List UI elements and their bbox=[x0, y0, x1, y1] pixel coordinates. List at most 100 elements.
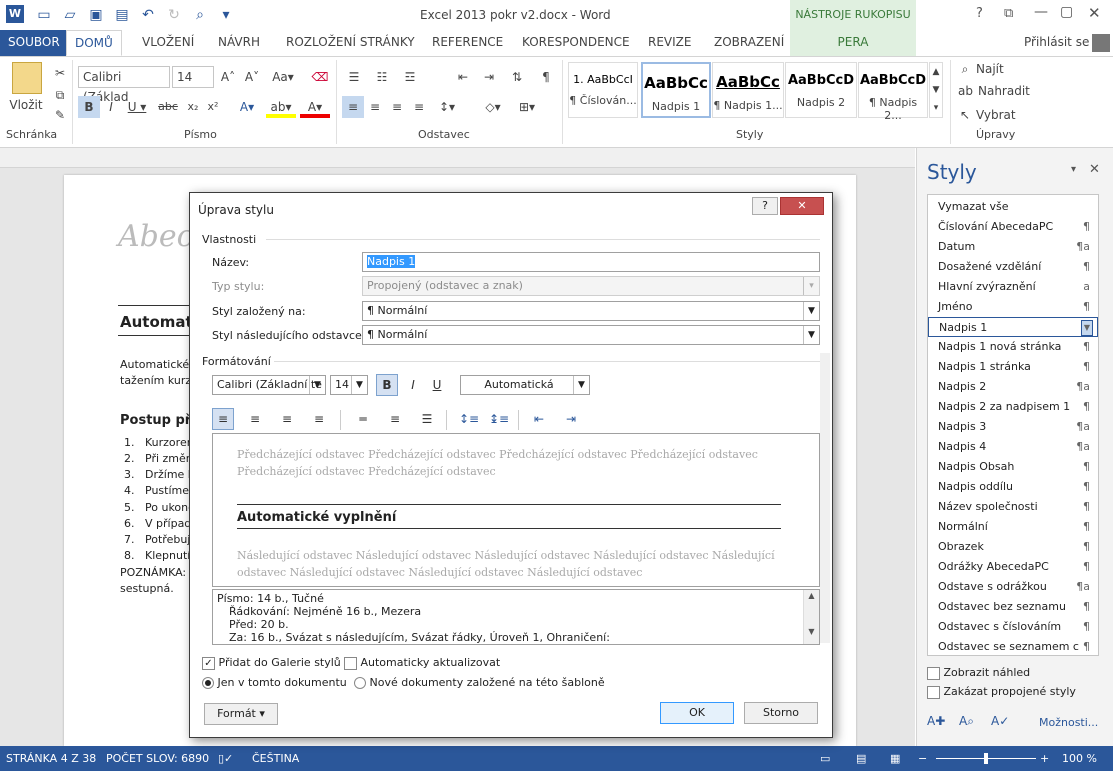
print-preview-icon[interactable]: ⌕ bbox=[190, 5, 210, 25]
format-painter-icon[interactable]: ✎ bbox=[50, 104, 70, 126]
style-gallery-item[interactable]: 1. AaBbCcI ¶ Číslován... bbox=[568, 62, 638, 118]
ribbon-display-icon[interactable]: ⧉ bbox=[1004, 6, 1013, 21]
style-list-item[interactable]: Nadpis 4 ¶a bbox=[928, 437, 1098, 457]
bold-button[interactable]: B bbox=[78, 96, 100, 118]
style-list-item[interactable]: Datum ¶a bbox=[928, 237, 1098, 257]
horizontal-ruler[interactable] bbox=[0, 148, 915, 168]
ok-button[interactable]: OK bbox=[660, 702, 734, 724]
style-list-item[interactable]: Nadpis 3 ¶a bbox=[928, 417, 1098, 437]
style-list-item[interactable]: Dosažené vzdělání ¶ bbox=[928, 257, 1098, 277]
print-layout-icon[interactable]: ▤ bbox=[856, 746, 866, 771]
pane-options-icon[interactable]: ▾ bbox=[1071, 164, 1076, 175]
strikethrough-button[interactable]: abc bbox=[154, 96, 182, 118]
bold-toggle[interactable]: B bbox=[376, 374, 398, 396]
align-right-icon[interactable]: ≡ bbox=[386, 96, 408, 118]
shading-icon[interactable]: ◇▾ bbox=[478, 96, 508, 118]
styles-scroll-icon[interactable]: ▲ ▼ ▾ bbox=[929, 62, 943, 118]
line-spacing-icon[interactable]: ↕▾ bbox=[432, 96, 462, 118]
new-documents-radio[interactable]: Nové dokumenty založené na této šabloně bbox=[354, 676, 605, 689]
style-list-item[interactable]: Jméno ¶ bbox=[928, 297, 1098, 317]
tab-design[interactable]: NÁVRH bbox=[218, 30, 260, 56]
style-list-item[interactable]: Odstavec s číslováním ¶ bbox=[928, 617, 1098, 637]
italic-button[interactable]: I bbox=[100, 96, 122, 118]
description-scrollbar[interactable]: ▲ ▼ bbox=[803, 590, 819, 644]
manage-styles-icon[interactable]: A✓ bbox=[991, 714, 1009, 728]
open-icon[interactable]: ▱ bbox=[60, 5, 80, 25]
style-inspector-icon[interactable]: A⌕ bbox=[959, 714, 974, 729]
replace-button[interactable]: Nahradit bbox=[978, 80, 1030, 102]
style-list-item[interactable]: Nadpis 2 ¶a bbox=[928, 377, 1098, 397]
page-count[interactable]: STRÁNKA 4 Z 38 bbox=[6, 746, 96, 771]
style-list-item[interactable]: Obrazek ¶ bbox=[928, 537, 1098, 557]
style-list-item[interactable]: Nadpis 1 nová stránka ¶ bbox=[928, 337, 1098, 357]
style-list-item[interactable]: Název společnosti ¶ bbox=[928, 497, 1098, 517]
increase-spacing-icon[interactable]: ↕≡ bbox=[458, 408, 480, 430]
save-icon[interactable]: ▣ bbox=[86, 5, 106, 25]
style-gallery-item[interactable]: AaBbCcD Nadpis 2 bbox=[785, 62, 857, 118]
based-on-select[interactable]: ¶ Normální ▼ bbox=[362, 301, 820, 321]
single-spacing-toggle[interactable]: ═ bbox=[352, 408, 374, 430]
find-icon[interactable]: ⌕ bbox=[958, 58, 972, 80]
auto-update-checkbox[interactable]: Automaticky aktualizovat bbox=[344, 656, 500, 670]
redo-icon[interactable]: ↻ bbox=[164, 5, 184, 25]
paste-button[interactable]: Vložit bbox=[6, 94, 46, 116]
options-link[interactable]: Možnosti... bbox=[1039, 716, 1098, 729]
tab-layout[interactable]: ROZLOŽENÍ STRÁNKY bbox=[286, 30, 415, 56]
align-left-toggle[interactable]: ≡ bbox=[212, 408, 234, 430]
highlight-icon[interactable]: ab▾ bbox=[266, 96, 296, 118]
tab-home[interactable]: DOMŮ bbox=[66, 30, 122, 56]
close-window-icon[interactable]: ✕ bbox=[1088, 4, 1101, 22]
zoom-level[interactable]: 100 % bbox=[1062, 746, 1097, 771]
dialog-help-button[interactable]: ? bbox=[752, 197, 778, 215]
multilevel-list-icon[interactable]: ☲ bbox=[398, 66, 422, 88]
style-list-item[interactable]: Odstavec bez seznamu ¶ bbox=[928, 597, 1098, 617]
subscript-button[interactable]: x₂ bbox=[182, 96, 204, 118]
align-right-toggle[interactable]: ≡ bbox=[276, 408, 298, 430]
style-list-item[interactable]: Normální ¶ bbox=[928, 517, 1098, 537]
show-preview-checkbox[interactable]: Zobrazit náhled bbox=[927, 666, 1030, 680]
format-button[interactable]: Formát ▾ bbox=[204, 703, 278, 725]
disable-linked-checkbox[interactable]: Zakázat propojené styly bbox=[927, 685, 1076, 699]
font-size-combo[interactable]: 14 bbox=[172, 66, 214, 88]
new-style-icon[interactable]: A✚ bbox=[927, 714, 945, 728]
style-list-item[interactable]: Odstavec se seznamem c ¶ bbox=[928, 637, 1098, 657]
increase-indent-toggle[interactable]: ⇥ bbox=[560, 408, 582, 430]
save-as-icon[interactable]: ▤ bbox=[112, 5, 132, 25]
style-list-item[interactable]: Nadpis 1 ▼ bbox=[928, 317, 1098, 337]
text-effects-icon[interactable]: A▾ bbox=[232, 96, 262, 118]
decrease-indent-toggle[interactable]: ⇤ bbox=[528, 408, 550, 430]
zoom-slider-thumb[interactable] bbox=[984, 753, 988, 764]
numbering-icon[interactable]: ☷ bbox=[370, 66, 394, 88]
increase-indent-icon[interactable]: ⇥ bbox=[478, 66, 500, 88]
pane-close-icon[interactable]: ✕ bbox=[1089, 162, 1100, 177]
select-button[interactable]: Vybrat bbox=[976, 104, 1016, 126]
customize-qat-icon[interactable]: ▾ bbox=[216, 5, 236, 25]
change-case-icon[interactable]: Aa▾ bbox=[268, 66, 298, 88]
grow-font-icon[interactable]: A˄ bbox=[218, 66, 238, 88]
size-select[interactable]: 14 ▼ bbox=[330, 375, 368, 395]
align-center-icon[interactable]: ≡ bbox=[364, 96, 386, 118]
bullets-icon[interactable]: ☰ bbox=[342, 66, 366, 88]
read-mode-icon[interactable]: ▭ bbox=[820, 746, 830, 771]
find-button[interactable]: Najít bbox=[976, 58, 1004, 80]
tab-pens[interactable]: PERA bbox=[790, 30, 916, 56]
sort-icon[interactable]: ⇅ bbox=[506, 66, 528, 88]
select-icon[interactable]: ↖ bbox=[958, 104, 972, 126]
cut-icon[interactable]: ✂ bbox=[50, 62, 70, 84]
dialog-scrollbar[interactable] bbox=[820, 353, 830, 643]
align-center-toggle[interactable]: ≡ bbox=[244, 408, 266, 430]
italic-toggle[interactable]: I bbox=[402, 374, 424, 396]
font-select[interactable]: Calibri (Základní te ▼ bbox=[212, 375, 326, 395]
avatar[interactable] bbox=[1092, 34, 1110, 52]
shrink-font-icon[interactable]: A˅ bbox=[242, 66, 262, 88]
cancel-button[interactable]: Storno bbox=[744, 702, 818, 724]
double-spacing-toggle[interactable]: ☰ bbox=[416, 408, 438, 430]
tab-mailings[interactable]: KORESPONDENCE bbox=[522, 30, 630, 56]
dialog-close-button[interactable]: ✕ bbox=[780, 197, 824, 215]
style-list-item[interactable]: Hlavní zvýraznění a bbox=[928, 277, 1098, 297]
underline-toggle[interactable]: U bbox=[426, 374, 448, 396]
add-to-gallery-checkbox[interactable]: ✓ Přidat do Galerie stylů bbox=[202, 656, 341, 670]
tab-review[interactable]: REVIZE bbox=[648, 30, 691, 56]
replace-icon[interactable]: ab bbox=[958, 80, 973, 102]
style-list-item[interactable]: Nadpis 1 stránka ¶ bbox=[928, 357, 1098, 377]
